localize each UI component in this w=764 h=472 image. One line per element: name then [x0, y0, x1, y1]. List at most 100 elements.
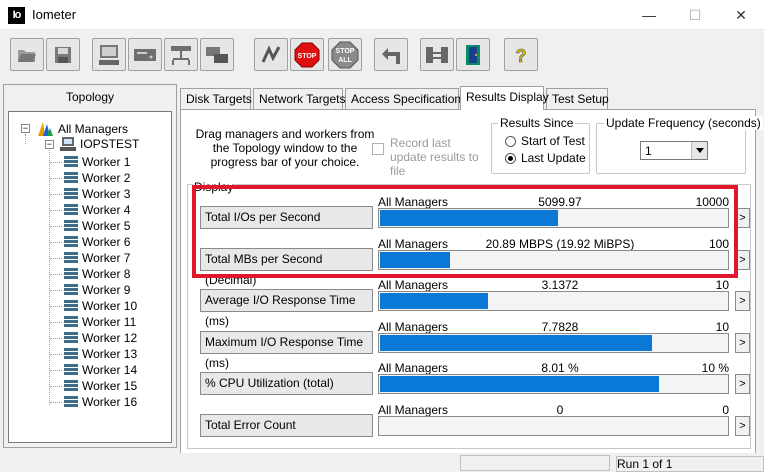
tree-item-worker[interactable]: Worker 14: [82, 362, 137, 378]
worker-icon: [64, 204, 78, 215]
stop-text: STOP: [298, 53, 317, 60]
metric-value: 7.7828: [541, 320, 579, 334]
start-of-test-label: Start of Test: [521, 134, 585, 148]
topology-pane: Topology − All Managers − IOPSTEST Worke…: [3, 84, 177, 448]
stop-icon[interactable]: STOP: [290, 38, 324, 71]
stop-all-icon[interactable]: STOP ALL: [328, 38, 362, 71]
stop-all-bottom-text: ALL: [338, 57, 352, 64]
exit-icon[interactable]: [456, 38, 490, 71]
update-frequency-title: Update Frequency (seconds): [604, 116, 763, 130]
tree-item-worker[interactable]: Worker 12: [82, 330, 137, 346]
expand-all-managers[interactable]: −: [21, 124, 30, 133]
metric-value: 3.1372: [541, 278, 579, 292]
update-frequency-value: 1: [645, 144, 652, 158]
metric-source: All Managers: [378, 403, 449, 417]
start-of-test-radio[interactable]: [505, 136, 516, 147]
status-bar: Run 1 of 1: [0, 453, 764, 472]
chevron-down-icon[interactable]: [691, 142, 707, 159]
new-worker-icon[interactable]: [92, 38, 126, 71]
metric-button[interactable]: Maximum I/O Response Time (ms): [200, 331, 373, 370]
save-icon[interactable]: [46, 38, 80, 71]
disconnect-icon[interactable]: [420, 38, 454, 71]
topology-tree[interactable]: − All Managers − IOPSTEST Worker 1 Worker…: [8, 111, 172, 443]
worker-icon: [64, 348, 78, 359]
tree-item-worker[interactable]: Worker 3: [82, 186, 130, 202]
tab-network-targets[interactable]: Network Targets: [253, 88, 345, 109]
metric-progress-bar[interactable]: [378, 374, 729, 394]
open-icon[interactable]: [10, 38, 44, 71]
metric-button[interactable]: Average I/O Response Time (ms): [200, 289, 373, 328]
tree-item-worker[interactable]: Worker 5: [82, 218, 130, 234]
metric-arrow-button[interactable]: >: [735, 416, 750, 436]
tree-item-worker[interactable]: Worker 15: [82, 378, 137, 394]
help-text: ?: [516, 46, 527, 66]
metric-arrow-button[interactable]: >: [735, 333, 750, 353]
tab-test-setup[interactable]: Test Setup: [546, 88, 609, 109]
new-disk-worker-icon[interactable]: [128, 38, 162, 71]
worker-icon: [64, 220, 78, 231]
tree-item-all-managers[interactable]: All Managers: [58, 121, 128, 137]
close-button[interactable]: ✕: [718, 0, 764, 30]
tree-item-worker[interactable]: Worker 10: [82, 298, 137, 314]
duplicate-worker-icon[interactable]: [200, 38, 234, 71]
last-update-label: Last Update: [521, 151, 586, 165]
metric-progress-bar[interactable]: [378, 291, 729, 311]
update-frequency-select[interactable]: 1: [640, 141, 708, 160]
computer-icon: [60, 137, 76, 151]
minimize-button[interactable]: —: [626, 0, 672, 30]
metric-button[interactable]: Total Error Count: [200, 414, 373, 437]
tree-item-manager[interactable]: IOPSTEST: [80, 136, 139, 152]
record-results-checkbox[interactable]: [372, 143, 384, 155]
window-title: Iometer: [32, 7, 77, 22]
topology-header: Topology: [65, 90, 115, 104]
all-managers-icon: [38, 122, 53, 136]
drag-instructions: Drag managers and workers from the Topol…: [195, 127, 375, 169]
tab-access-specifications[interactable]: Access Specifications: [345, 88, 467, 109]
tree-item-worker[interactable]: Worker 16: [82, 394, 137, 410]
worker-icon: [64, 236, 78, 247]
worker-icon: [64, 156, 78, 167]
tree-item-worker[interactable]: Worker 6: [82, 234, 130, 250]
status-pane-empty: [460, 455, 610, 471]
results-since-group: [491, 123, 590, 174]
metric-arrow-button[interactable]: >: [735, 291, 750, 311]
tree-item-worker[interactable]: Worker 9: [82, 282, 130, 298]
worker-icon: [64, 332, 78, 343]
tree-item-worker[interactable]: Worker 8: [82, 266, 130, 282]
app-icon: Io: [8, 7, 25, 24]
reset-workers-icon[interactable]: [374, 38, 408, 71]
tree-item-worker[interactable]: Worker 2: [82, 170, 130, 186]
metric-progress-bar[interactable]: [378, 416, 729, 436]
tab-results-display[interactable]: Results Display: [460, 86, 549, 110]
metric-max: 10 %: [701, 361, 729, 375]
new-network-worker-icon[interactable]: [164, 38, 198, 71]
expand-manager[interactable]: −: [45, 140, 54, 149]
about-icon[interactable]: ?: [504, 38, 538, 71]
metric-value: 0: [556, 403, 564, 417]
metric-value: 8.01 %: [541, 361, 579, 375]
tree-item-worker[interactable]: Worker 11: [82, 314, 136, 330]
worker-icon: [64, 284, 78, 295]
metric-bar-fill: [380, 293, 488, 309]
metric-arrow-button[interactable]: >: [735, 374, 750, 394]
worker-icon: [64, 396, 78, 407]
worker-icon: [64, 252, 78, 263]
worker-icon: [64, 316, 78, 327]
metric-progress-bar[interactable]: [378, 333, 729, 353]
tree-item-worker[interactable]: Worker 1: [82, 154, 130, 170]
metric-source: All Managers: [378, 320, 449, 334]
tree-item-worker[interactable]: Worker 13: [82, 346, 137, 362]
metric-source: All Managers: [378, 278, 449, 292]
worker-icon: [64, 300, 78, 311]
highlight-annotation: [192, 185, 738, 278]
tree-item-worker[interactable]: Worker 7: [82, 250, 130, 266]
maximize-button[interactable]: ☐: [672, 0, 718, 30]
tab-disk-targets[interactable]: Disk Targets: [180, 88, 252, 109]
metric-max: 10: [715, 320, 729, 334]
metric-button[interactable]: % CPU Utilization (total): [200, 372, 373, 395]
start-icon[interactable]: [254, 38, 288, 71]
stop-all-top-text: STOP: [336, 48, 355, 55]
tree-item-worker[interactable]: Worker 4: [82, 202, 130, 218]
last-update-radio[interactable]: [505, 153, 516, 164]
worker-icon: [64, 188, 78, 199]
